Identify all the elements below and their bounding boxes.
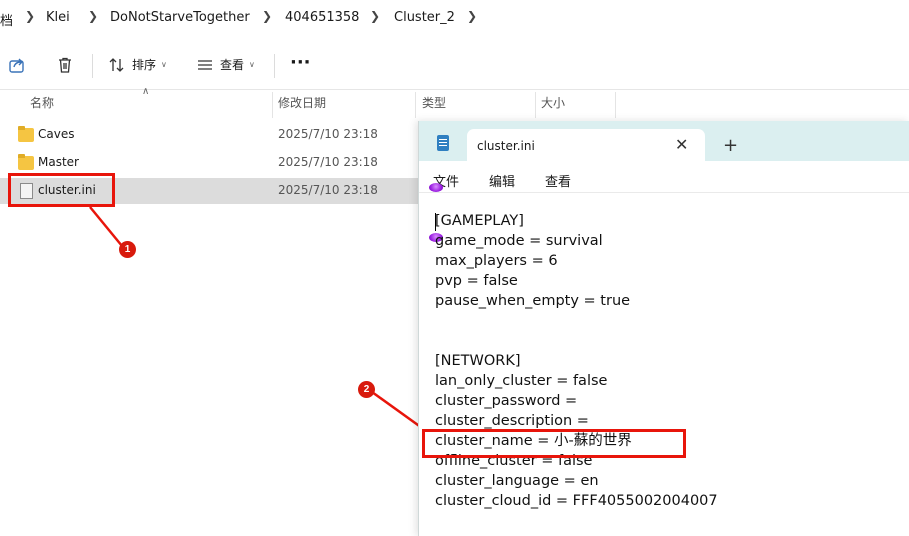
breadcrumb-item-userid[interactable]: 404651358 xyxy=(285,10,359,25)
text-line: [GAMEPLAY] xyxy=(435,213,524,229)
view-button[interactable]: 查看 ∨ xyxy=(196,56,255,73)
tab-cluster-ini[interactable]: cluster.ini ✕ xyxy=(467,129,705,161)
chevron-down-icon: ∨ xyxy=(249,60,255,69)
annotation-arrow-1 xyxy=(89,206,123,247)
share-button[interactable] xyxy=(8,56,26,74)
breadcrumb-item-root[interactable]: 档 xyxy=(0,10,13,29)
file-name: Master xyxy=(38,155,79,169)
column-divider[interactable] xyxy=(415,92,416,118)
file-date: 2025/7/10 23:18 xyxy=(278,155,378,169)
column-divider[interactable] xyxy=(615,92,616,118)
folder-icon xyxy=(18,126,34,142)
text-line xyxy=(435,311,905,331)
notepad-app-icon xyxy=(437,135,449,151)
sort-button[interactable]: 排序 ∨ xyxy=(108,56,167,73)
annotation-badge-2: 2 xyxy=(358,381,375,398)
delete-button[interactable] xyxy=(56,56,74,74)
command-bar: 排序 ∨ 查看 ∨ ··· xyxy=(0,42,909,90)
column-header-size[interactable]: 大小 xyxy=(541,94,565,111)
notepad-titlebar: cluster.ini ✕ + xyxy=(419,121,909,161)
sort-label: 排序 xyxy=(132,58,157,72)
column-divider[interactable] xyxy=(535,92,536,118)
sort-icon xyxy=(109,57,124,72)
column-header-name[interactable]: 名称 xyxy=(30,94,54,111)
chevron-right-icon: ❯ xyxy=(88,9,99,23)
breadcrumb-item-klei[interactable]: Klei xyxy=(46,10,70,25)
text-line: pause_when_empty = true xyxy=(435,293,631,309)
file-name: Caves xyxy=(38,127,75,141)
column-header-date[interactable]: 修改日期 xyxy=(278,94,326,111)
share-icon xyxy=(9,58,24,73)
text-line: game_mode = survival xyxy=(435,233,603,249)
text-line: [NETWORK] xyxy=(435,353,521,369)
text-line xyxy=(435,331,905,351)
view-list-icon xyxy=(198,59,212,70)
purple-marker-icon xyxy=(429,183,443,192)
tab-title: cluster.ini xyxy=(477,139,535,153)
breadcrumb: 档 ❯ Klei ❯ DoNotStarveTogether ❯ 4046513… xyxy=(0,0,909,36)
new-tab-button[interactable]: + xyxy=(723,135,738,156)
chevron-right-icon: ❯ xyxy=(467,9,478,23)
toolbar-divider xyxy=(274,54,275,78)
breadcrumb-item-dontstarve[interactable]: DoNotStarveTogether xyxy=(110,10,250,25)
chevron-right-icon: ❯ xyxy=(262,9,273,23)
text-line: lan_only_cluster = false xyxy=(435,373,608,389)
chevron-right-icon: ❯ xyxy=(370,9,381,23)
notepad-window: cluster.ini ✕ + 文件 编辑 查看 [GAMEPLAY] game… xyxy=(418,121,909,536)
notepad-editor[interactable]: [GAMEPLAY] game_mode = survival max_play… xyxy=(435,211,905,511)
column-divider[interactable] xyxy=(272,92,273,118)
folder-icon xyxy=(18,154,34,170)
menu-edit[interactable]: 编辑 xyxy=(489,171,515,190)
highlight-box-file xyxy=(8,173,115,207)
text-line: cluster_language = en xyxy=(435,473,599,489)
highlight-box-cluster-name xyxy=(422,429,686,458)
chevron-down-icon: ∨ xyxy=(161,60,167,69)
trash-icon xyxy=(59,57,71,73)
notepad-menubar: 文件 编辑 查看 xyxy=(419,161,909,193)
text-line: pvp = false xyxy=(435,273,518,289)
sort-ascending-icon: ∧ xyxy=(142,86,150,97)
chevron-right-icon: ❯ xyxy=(25,9,36,23)
breadcrumb-item-cluster[interactable]: Cluster_2 xyxy=(394,10,455,25)
text-line: max_players = 6 xyxy=(435,253,558,269)
more-options-button[interactable]: ··· xyxy=(290,52,311,73)
text-line: cluster_password = xyxy=(435,393,582,409)
view-label: 查看 xyxy=(220,58,245,72)
column-header-type[interactable]: 类型 xyxy=(422,94,446,111)
menu-view[interactable]: 查看 xyxy=(545,171,571,190)
file-date: 2025/7/10 23:18 xyxy=(278,127,378,141)
text-line: cluster_cloud_id = FFF4055002004007 xyxy=(435,493,718,509)
toolbar-divider xyxy=(92,54,93,78)
close-tab-icon[interactable]: ✕ xyxy=(675,135,688,154)
file-date: 2025/7/10 23:18 xyxy=(278,183,378,197)
annotation-badge-1: 1 xyxy=(119,241,136,258)
text-line: cluster_description = xyxy=(435,413,594,429)
